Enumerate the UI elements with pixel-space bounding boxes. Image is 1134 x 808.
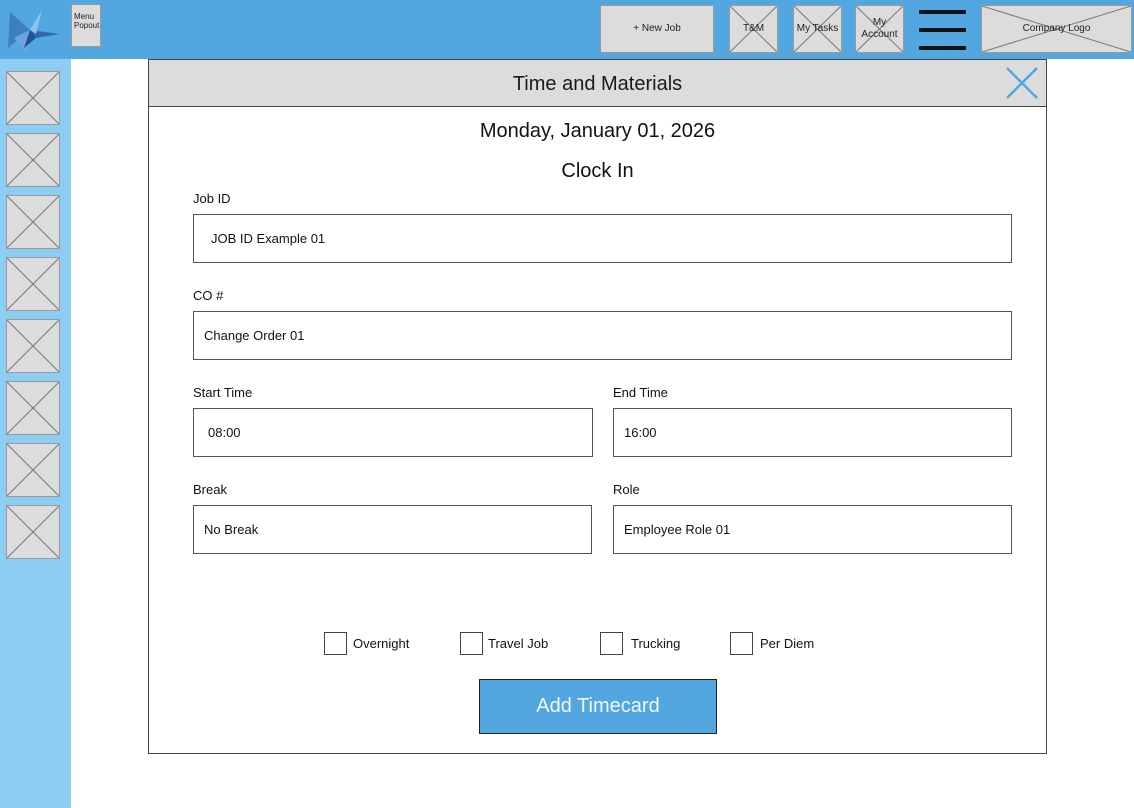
hamburger-menu-icon[interactable] [919,10,966,52]
hamburger-line [919,28,966,32]
checkbox-box[interactable] [324,632,347,655]
per-diem-checkbox[interactable]: Per Diem [730,632,814,655]
tm-button[interactable]: T&M [729,5,778,53]
app-logo-icon[interactable] [6,8,62,56]
placeholder-icon [7,72,59,124]
hamburger-line [919,10,966,14]
menu-popout-label: Menu Popout [74,12,100,30]
company-logo-label: Company Logo [1022,23,1091,34]
placeholder-icon [7,134,59,186]
modal-title: Time and Materials [512,73,683,95]
placeholder-icon [7,382,59,434]
menu-popout-button[interactable]: Menu Popout [71,4,101,47]
start-time-input[interactable] [193,408,593,457]
sidebar-item-3[interactable] [6,195,60,249]
sidebar [0,59,71,808]
my-tasks-label: My Tasks [796,23,839,34]
new-job-button[interactable]: + New Job [600,5,714,53]
hamburger-line [919,46,966,50]
checkbox-box[interactable] [600,632,623,655]
top-bar: Menu Popout + New Job T&M My Tasks My Ac… [0,0,1134,59]
end-time-input[interactable] [613,408,1012,457]
placeholder-icon [7,258,59,310]
sidebar-item-8[interactable] [6,505,60,559]
sidebar-item-7[interactable] [6,443,60,497]
placeholder-icon [7,444,59,496]
overnight-label: Overnight [353,636,410,651]
role-label: Role [613,482,640,497]
checkbox-box[interactable] [730,632,753,655]
close-icon[interactable] [1005,66,1039,100]
placeholder-icon [7,506,59,558]
co-number-label: CO # [193,288,224,303]
tm-label: T&M [742,23,765,34]
sidebar-item-2[interactable] [6,133,60,187]
my-account-label: My Account [861,17,898,40]
placeholder-icon [7,196,59,248]
job-id-label: Job ID [193,191,231,206]
company-logo: Company Logo [981,5,1132,53]
date-display: Monday, January 01, 2026 [479,120,716,142]
modal-header: Time and Materials [149,60,1046,107]
job-id-input[interactable] [193,214,1012,263]
checkbox-box[interactable] [460,632,483,655]
time-materials-modal: Time and Materials Monday, January 01, 2… [148,59,1047,754]
sidebar-item-6[interactable] [6,381,60,435]
sidebar-item-5[interactable] [6,319,60,373]
role-input[interactable] [613,505,1012,554]
my-tasks-button[interactable]: My Tasks [793,5,842,53]
co-number-input[interactable] [193,311,1012,360]
clock-in-heading: Clock In [561,160,634,182]
trucking-label: Trucking [631,636,681,651]
travel-job-checkbox[interactable]: Travel Job [460,632,548,655]
my-account-button[interactable]: My Account [855,5,904,53]
break-input[interactable] [193,505,592,554]
sidebar-item-4[interactable] [6,257,60,311]
overnight-checkbox[interactable]: Overnight [324,632,409,655]
start-time-label: Start Time [193,385,253,400]
sidebar-item-1[interactable] [6,71,60,125]
add-timecard-button[interactable]: Add Timecard [479,679,717,734]
placeholder-icon [7,320,59,372]
new-job-label: + New Job [633,23,681,34]
break-label: Break [193,482,227,497]
end-time-label: End Time [613,385,668,400]
travel-job-label: Travel Job [488,636,549,651]
per-diem-label: Per Diem [760,636,815,651]
trucking-checkbox[interactable]: Trucking [600,632,680,655]
